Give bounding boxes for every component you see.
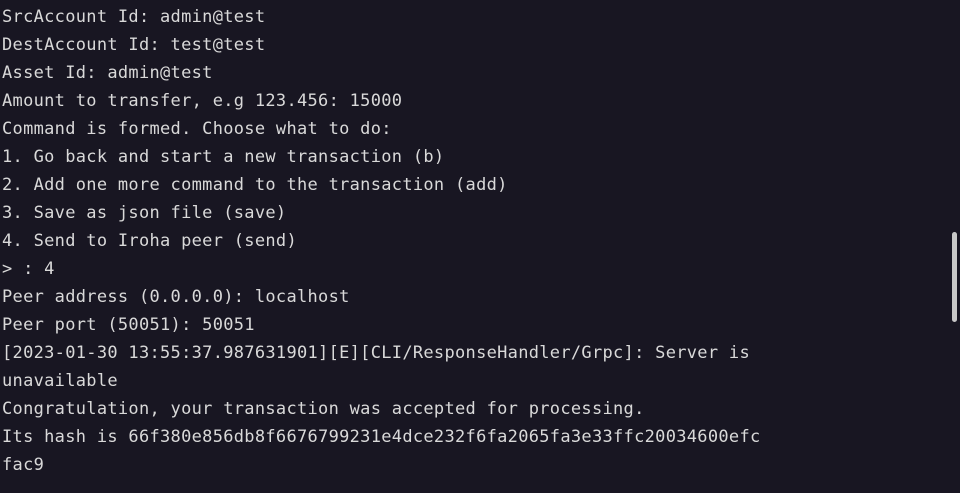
terminal-window[interactable]: SrcAccount Id: admin@test DestAccount Id…: [0, 0, 960, 493]
output-line-peer-port: Peer port (50051): 50051: [2, 315, 255, 335]
output-line-asset-id: Asset Id: admin@test: [2, 63, 213, 83]
output-line-prompt-choice: > : 4: [2, 259, 55, 279]
output-line-hash-cont: fac9: [2, 455, 45, 475]
output-line-peer-address: Peer address (0.0.0.0): localhost: [2, 287, 350, 307]
output-line-error-log: [2023-01-30 13:55:37.987631901][E][CLI/R…: [2, 343, 750, 363]
output-line-option-2: 2. Add one more command to the transacti…: [2, 175, 508, 195]
output-line-option-1: 1. Go back and start a new transaction (…: [2, 147, 445, 167]
vertical-scrollbar[interactable]: [952, 232, 957, 322]
output-line-option-3: 3. Save as json file (save): [2, 203, 287, 223]
output-line-option-4: 4. Send to Iroha peer (send): [2, 231, 297, 251]
output-line-command-formed: Command is formed. Choose what to do:: [2, 119, 392, 139]
output-line-amount: Amount to transfer, e.g 123.456: 15000: [2, 91, 403, 111]
output-line-congratulation: Congratulation, your transaction was acc…: [2, 399, 645, 419]
output-line-dest-account: DestAccount Id: test@test: [2, 35, 266, 55]
output-line-hash: Its hash is 66f380e856db8f6676799231e4dc…: [2, 427, 761, 447]
terminal-output: SrcAccount Id: admin@test DestAccount Id…: [2, 3, 942, 479]
output-line-error-log-cont: unavailable: [2, 371, 118, 391]
output-line-src-account: SrcAccount Id: admin@test: [2, 7, 266, 27]
